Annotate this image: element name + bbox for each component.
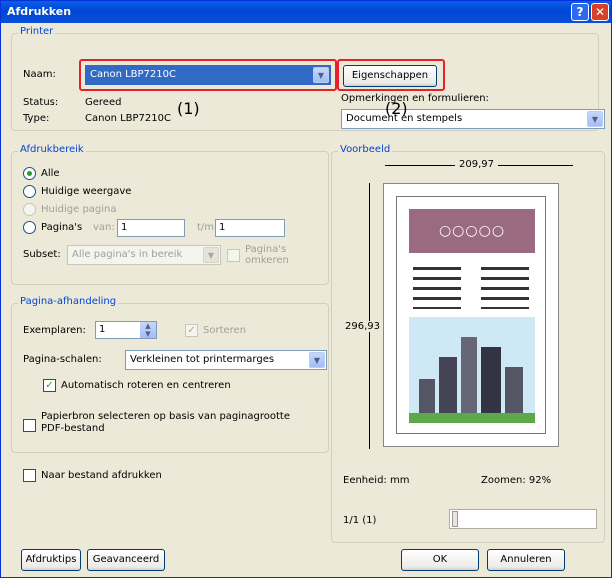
chevron-down-icon[interactable]: ▼ [313,67,329,83]
page-content: ○○○○○ [396,196,546,434]
zoom-label: Zoomen: 92% [481,475,552,486]
printer-name-select[interactable]: Canon LBP7210C ▼ [85,65,331,85]
callout-1: (1) [177,99,200,118]
chevron-down-icon[interactable]: ▼ [203,247,219,263]
chevron-down-icon[interactable]: ▼ [587,111,603,127]
radio-current-view-label: Huidige weergave [41,186,132,197]
unit-label: Eenheid: mm [343,475,410,486]
close-button[interactable]: ✕ [591,3,609,21]
preview-text-left [413,267,461,309]
width-value: 209,97 [455,159,498,170]
from-page-input[interactable]: 1 [117,219,185,237]
radio-current-view[interactable] [23,185,36,198]
from-label: van: [93,222,115,233]
print-range-group-label: Afdrukbereik [18,144,86,155]
print-to-file-checkbox[interactable] [23,469,36,482]
status-value: Gereed [85,97,122,108]
subset-label: Subset: [23,249,61,260]
radio-pages[interactable] [23,221,36,234]
subset-select[interactable]: Alle pagina's in bereik ▼ [67,245,221,265]
auto-rotate-label: Automatisch roteren en centreren [61,380,231,391]
scaling-value: Verkleinen tot printermarges [130,354,275,365]
printer-group-label: Printer [18,26,56,37]
properties-button[interactable]: Eigenschappen [343,65,437,87]
status-label: Status: [23,97,59,108]
radio-current-page-label: Huidige pagina [41,204,117,215]
height-value: 296,93 [343,321,382,332]
comments-select[interactable]: Document en stempels ▼ [341,109,605,129]
height-dimension-line [369,183,370,449]
copies-label: Exemplaren: [23,325,86,336]
print-tips-button[interactable]: Afdruktips [21,549,81,571]
print-dialog: Afdrukken ? ✕ Printer Naam: Canon LBP721… [0,0,612,578]
spinner-icon[interactable]: ▲ ▼ [140,322,156,338]
to-page-value: 1 [219,222,226,233]
type-value: Canon LBP7210C [85,113,171,124]
ok-button[interactable]: OK [401,549,479,571]
slider-thumb[interactable] [452,511,458,527]
page-slider[interactable] [449,509,597,529]
help-button[interactable]: ? [571,3,589,21]
chevron-down-icon[interactable]: ▼ [309,352,325,368]
reverse-pages-checkbox[interactable] [227,249,240,262]
collate-label: Sorteren [203,325,247,336]
radio-pages-label: Pagina's [41,222,83,233]
collate-checkbox[interactable]: ✓ [185,324,198,337]
dialog-title: Afdrukken [7,5,72,18]
subset-value: Alle pagina's in bereik [72,249,183,260]
page-preview: ○○○○○ [383,183,559,447]
print-to-file-label: Naar bestand afdrukken [41,470,162,481]
type-label: Type: [23,113,50,124]
preview-text-right [481,267,529,309]
paper-source-label: Papierbron selecteren op basis van pagin… [41,411,290,434]
printer-name-value: Canon LBP7210C [90,69,176,80]
printer-name-label: Naam: [23,69,56,80]
copies-input[interactable]: 1 ▲ ▼ [95,321,157,339]
cancel-button[interactable]: Annuleren [487,549,565,571]
auto-rotate-checkbox[interactable]: ✓ [43,379,56,392]
paper-source-checkbox[interactable] [23,419,36,432]
advanced-button[interactable]: Geavanceerd [87,549,165,571]
page-counter: 1/1 (1) [343,515,377,526]
radio-all-label: Alle [41,168,60,179]
page-handling-group-label: Pagina-afhandeling [18,296,119,307]
preview-group-label: Voorbeeld [338,144,393,155]
radio-current-page[interactable] [23,203,36,216]
title-bar: Afdrukken ? ✕ [1,1,611,23]
preview-banner: ○○○○○ [409,209,535,253]
scaling-label: Pagina-schalen: [23,354,102,365]
preview-city-image [409,317,535,423]
callout-2: (2) [385,99,408,118]
radio-all[interactable] [23,167,36,180]
comments-label: Opmerkingen en formulieren: [341,93,489,104]
copies-value: 1 [99,324,106,335]
scaling-select[interactable]: Verkleinen tot printermarges ▼ [125,350,327,370]
to-page-input[interactable]: 1 [215,219,285,237]
from-page-value: 1 [121,222,128,233]
reverse-pages-label: Pagina's omkeren [245,244,289,266]
